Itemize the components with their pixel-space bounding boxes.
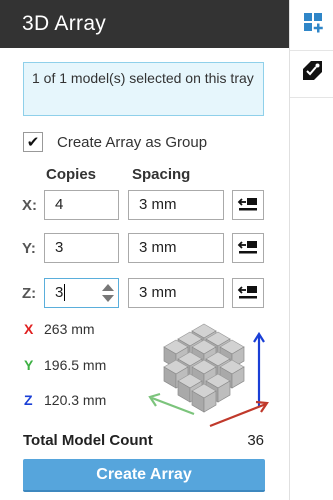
create-array-button[interactable]: Create Array xyxy=(23,459,265,492)
dimension-y-row: Y 196.5 mm xyxy=(24,355,106,375)
dimension-z-row: Z 120.3 mm xyxy=(24,390,106,410)
copies-column-header: Copies xyxy=(46,166,97,183)
toolbar-tag-tool[interactable] xyxy=(290,50,333,95)
axis-label-x: X: xyxy=(22,197,37,214)
text-cursor xyxy=(64,283,66,301)
toolbar-divider xyxy=(290,97,333,98)
axis-label-y: Y: xyxy=(22,240,36,257)
x-spacing-input[interactable]: 3 mm xyxy=(128,190,224,220)
dimension-y-axis: Y xyxy=(24,357,34,373)
z-spacing-input[interactable]: 3 mm xyxy=(128,278,224,308)
dimension-x-value: 263 mm xyxy=(44,321,95,337)
selection-info: 1 of 1 model(s) selected on this tray xyxy=(23,62,264,116)
tag-edit-icon xyxy=(303,61,322,80)
create-as-group-checkbox[interactable]: ✔ xyxy=(23,132,43,152)
x-copies-input[interactable]: 4 xyxy=(44,190,119,220)
dimension-z-axis: Z xyxy=(24,392,33,408)
align-left-icon xyxy=(237,286,257,299)
add-grid-icon xyxy=(304,13,323,33)
dimension-z-value: 120.3 mm xyxy=(44,392,107,408)
checkmark-icon: ✔ xyxy=(26,133,40,151)
z-copies-value: 3 xyxy=(55,284,64,301)
x-align-button[interactable] xyxy=(232,190,264,220)
total-model-count-label: Total Model Count xyxy=(23,432,153,449)
dimension-x-row: X 263 mm xyxy=(24,319,95,339)
number-stepper-icon[interactable] xyxy=(101,281,115,305)
y-align-button[interactable] xyxy=(232,233,264,263)
axis-label-z: Z: xyxy=(22,285,37,302)
cube-array-illustration xyxy=(148,323,269,428)
total-model-count-value: 36 xyxy=(247,432,264,449)
z-copies-input[interactable]: 3 xyxy=(44,278,119,308)
align-left-icon xyxy=(237,241,257,254)
z-align-button[interactable] xyxy=(232,278,264,308)
y-copies-input[interactable]: 3 xyxy=(44,233,119,263)
toolbar-add-array-tool[interactable] xyxy=(290,3,333,47)
dimension-x-axis: X xyxy=(24,321,34,337)
create-as-group-label: Create Array as Group xyxy=(57,133,208,151)
right-toolbar xyxy=(289,0,333,500)
spacing-column-header: Spacing xyxy=(132,166,191,183)
create-as-group-row[interactable]: ✔ Create Array as Group xyxy=(23,131,207,153)
align-left-icon xyxy=(237,198,257,211)
panel-title: 3D Array xyxy=(0,0,289,48)
dimension-y-value: 196.5 mm xyxy=(44,357,107,373)
y-spacing-input[interactable]: 3 mm xyxy=(128,233,224,263)
array-panel: 3D Array 1 of 1 model(s) selected on thi… xyxy=(0,0,289,500)
